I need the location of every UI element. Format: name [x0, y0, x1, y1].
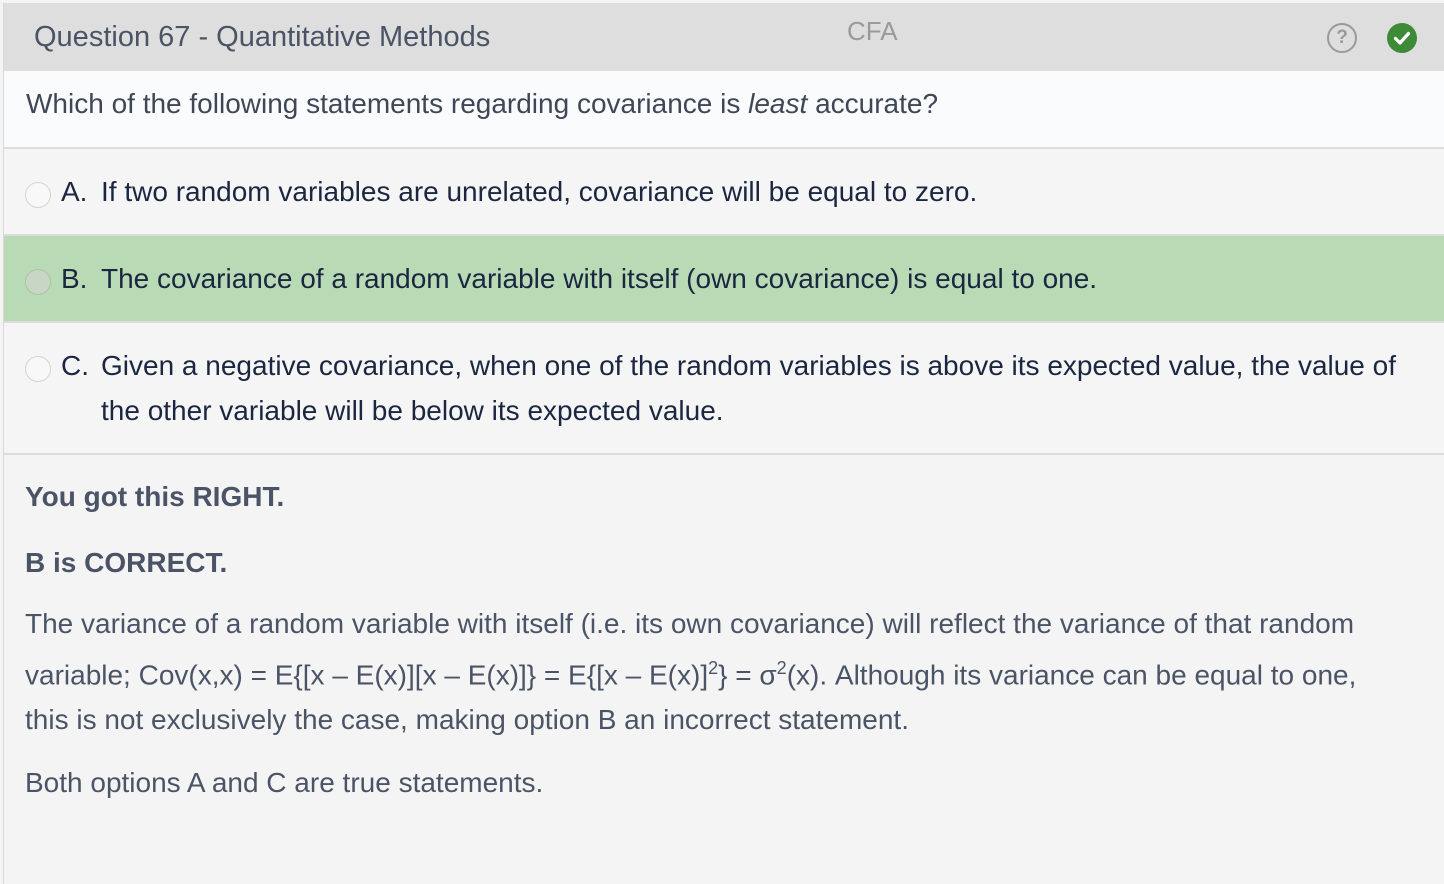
radio-button[interactable]	[25, 356, 51, 382]
check-circle-icon	[1387, 23, 1417, 53]
explanation-paragraph: Both options A and C are true statements…	[25, 767, 544, 799]
correct-answer-heading: B is CORRECT.	[25, 547, 228, 578]
brand-label: CFA	[847, 16, 898, 46]
option-a[interactable]: A. If two random variables are unrelated…	[4, 149, 1444, 236]
question-panel: Question 67 - Quantitative Methods CFA ?…	[3, 3, 1444, 884]
option-letter: A.	[61, 176, 88, 207]
page-title: Question 67 - Quantitative Methods	[34, 21, 491, 53]
header: Question 67 - Quantitative Methods CFA ?	[4, 3, 1444, 71]
radio-button[interactable]	[25, 182, 51, 208]
help-icon[interactable]: ?	[1327, 23, 1357, 53]
text: } = σ	[718, 659, 777, 691]
option-text: The covariance of a random variable with…	[101, 263, 1098, 294]
result-heading: You got this RIGHT.	[25, 481, 285, 512]
option-letter: C.	[61, 350, 89, 381]
question-emphasis: least	[748, 88, 808, 119]
explanation-paragraph: The variance of a random variable with i…	[25, 601, 1375, 742]
question-text: Which of the following statements regard…	[4, 71, 1444, 149]
option-b[interactable]: B. The covariance of a random variable w…	[4, 236, 1444, 323]
explanation: You got this RIGHT. B is CORRECT. The va…	[4, 455, 1444, 805]
option-text: Given a negative covariance, when one of…	[101, 350, 1397, 426]
radio-button[interactable]	[25, 269, 51, 295]
option-c[interactable]: C. Given a negative covariance, when one…	[4, 323, 1444, 455]
option-letter: B.	[61, 263, 88, 294]
question-part: accurate?	[807, 88, 939, 119]
option-text: If two random variables are unrelated, c…	[101, 176, 978, 207]
superscript: 2	[708, 658, 719, 678]
superscript: 2	[776, 658, 787, 678]
question-part: Which of the following statements regard…	[26, 88, 749, 119]
